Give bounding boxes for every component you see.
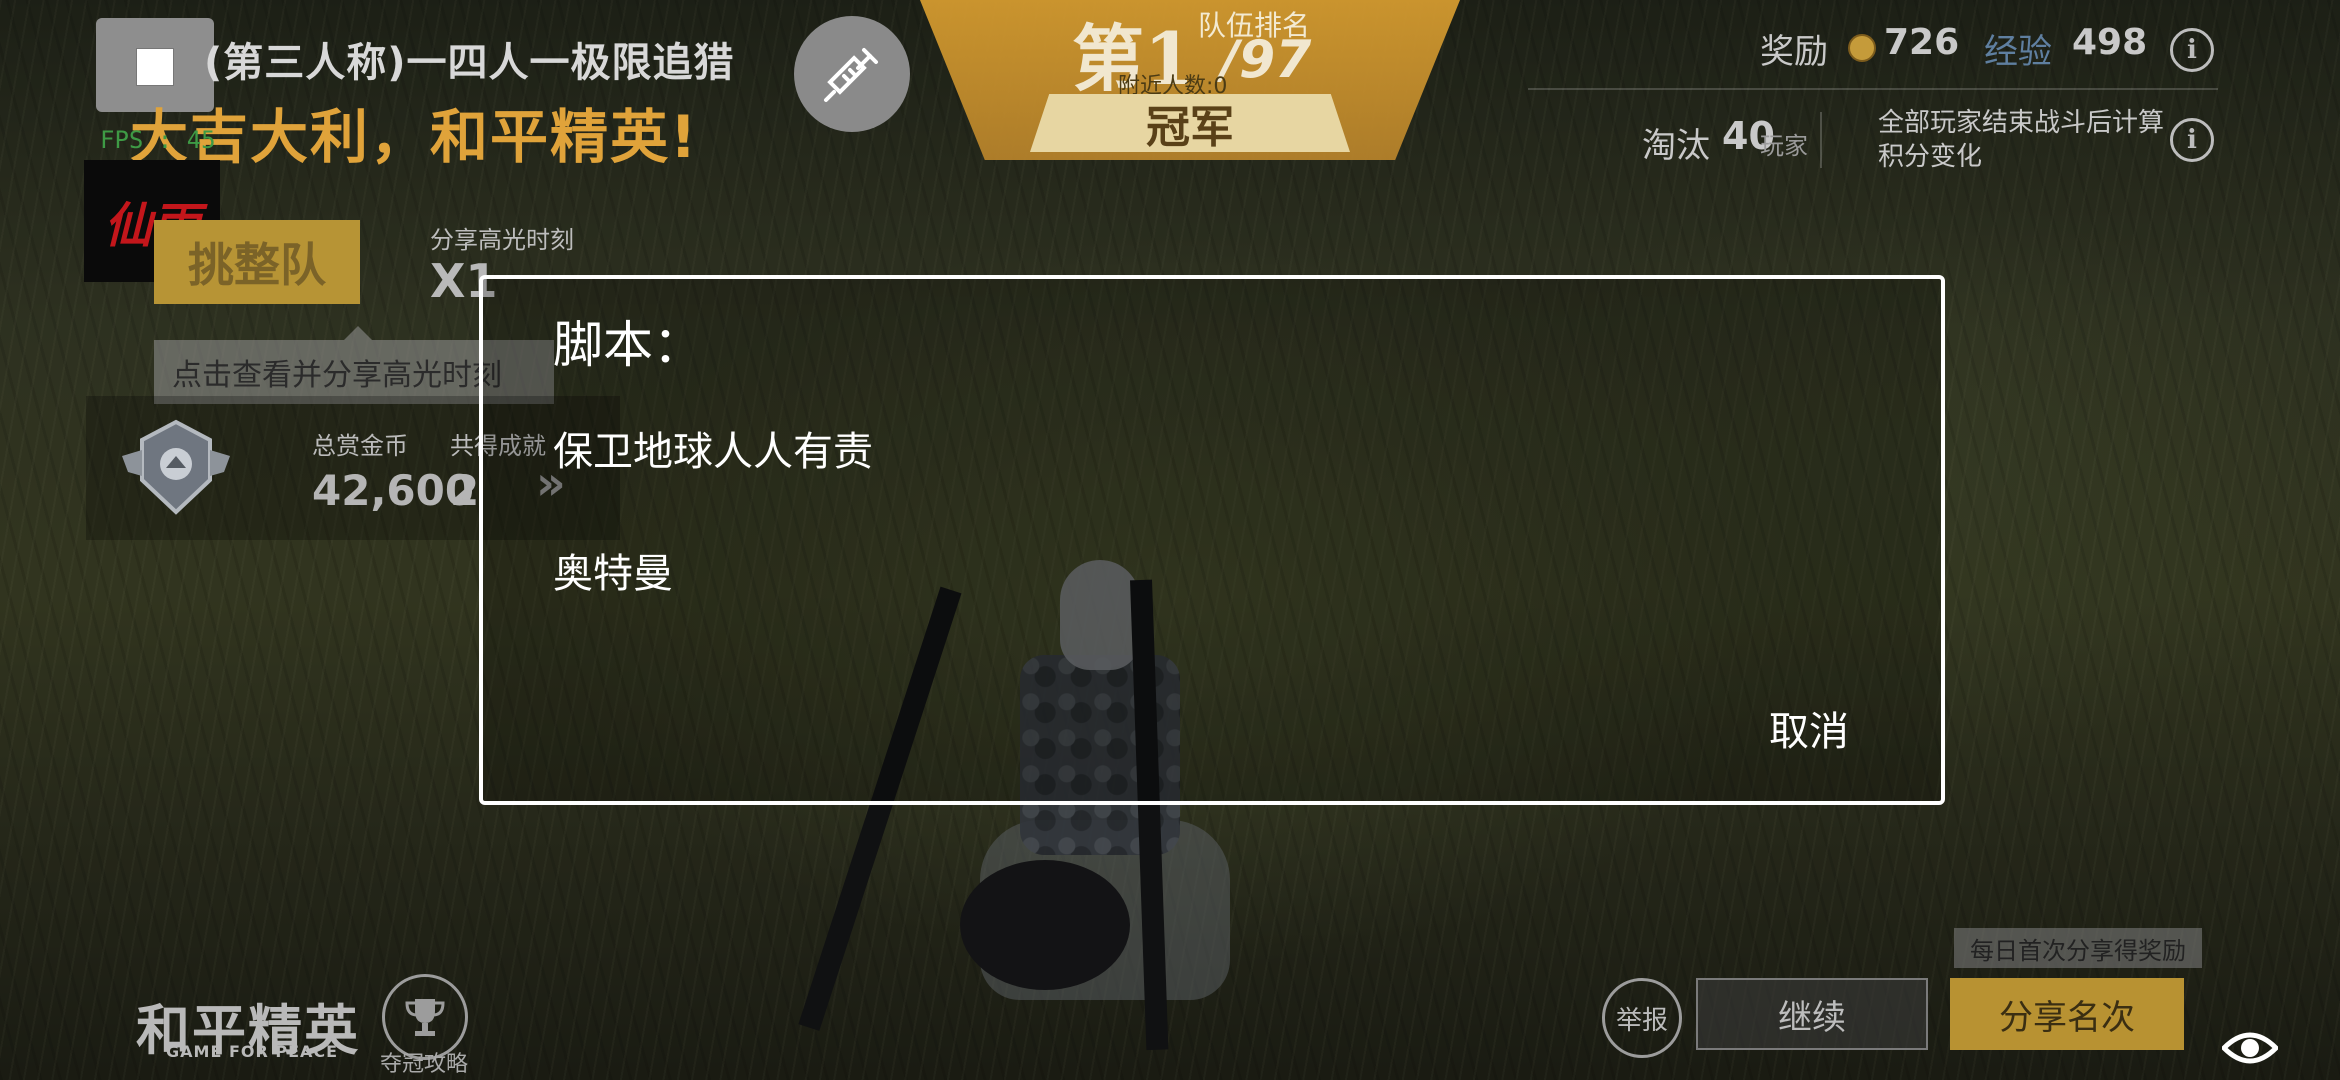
dialog-title: 脚本： xyxy=(553,316,703,374)
trophy-guide-label: 夺冠攻略 xyxy=(380,1052,469,1077)
exp-label: 经验 xyxy=(1984,32,2052,72)
highlight-label: 分享高光时刻 xyxy=(430,226,574,254)
mode-title: (第三人称)一四人一极限追猎 xyxy=(204,40,735,86)
report-button[interactable]: 举报 xyxy=(1602,978,1682,1058)
rank-badge-icon xyxy=(122,419,230,515)
elimination-unit: 玩家 xyxy=(1760,132,1808,160)
team-rank-panel: 第1 /97 队伍排名 附近人数:0 冠军 xyxy=(920,0,1460,160)
syringe-icon xyxy=(824,48,878,102)
squad-button[interactable]: 挑整队 xyxy=(154,220,360,304)
elimination-label: 淘汰 xyxy=(1642,126,1710,166)
bounty-label: 总赏金币 xyxy=(312,432,408,460)
script-option[interactable]: 保卫地球人人有责 xyxy=(553,419,873,477)
champion-badge: 冠军 xyxy=(1030,94,1350,152)
exp-value: 498 xyxy=(2072,22,2148,63)
trophy-icon xyxy=(405,999,445,1036)
game-logo-subtitle: GAME FOR PEACE xyxy=(166,1042,339,1061)
vertical-divider xyxy=(1820,112,1822,168)
reward-label: 奖励 xyxy=(1760,32,1828,72)
hud-divider xyxy=(1528,88,2218,90)
reward-value: 726 xyxy=(1884,22,1960,63)
achievement-value: 2 xyxy=(450,466,480,515)
score-note: 全部玩家结束战斗后计算积分变化 xyxy=(1878,108,2165,172)
fps-counter: FPS : 45 xyxy=(100,126,216,154)
eye-icon[interactable] xyxy=(2222,1026,2278,1070)
script-option[interactable]: 奥特曼 xyxy=(553,541,673,599)
coin-icon xyxy=(1848,34,1876,62)
script-dialog: 脚本： 保卫地球人人有责 奥特曼 取消 xyxy=(479,275,1945,805)
cancel-button[interactable]: 取消 xyxy=(1769,699,1849,757)
share-rank-button[interactable]: 分享名次 xyxy=(1950,978,2184,1050)
info-icon[interactable]: i xyxy=(2170,118,2214,162)
rank-label: 队伍排名 xyxy=(1198,9,1311,42)
syringe-button[interactable] xyxy=(794,16,910,132)
share-reward-tip: 每日首次分享得奖励 xyxy=(1954,928,2202,968)
info-icon[interactable]: i xyxy=(2170,28,2214,72)
continue-button[interactable]: 继续 xyxy=(1696,978,1928,1050)
stop-square-icon xyxy=(136,48,174,86)
